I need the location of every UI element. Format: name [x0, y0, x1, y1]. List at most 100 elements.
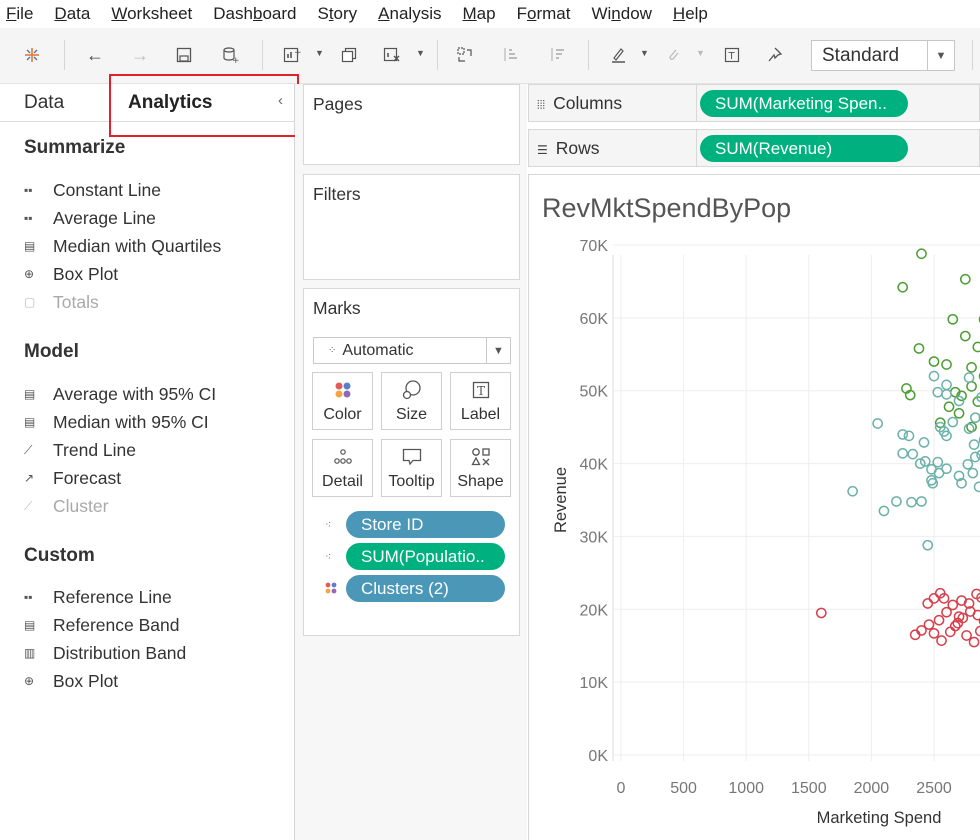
median-ci-icon: ▤	[24, 415, 36, 429]
labels-icon[interactable]: T	[719, 42, 745, 68]
menu-item[interactable]: Help	[673, 4, 708, 24]
menu-item[interactable]: Worksheet	[111, 4, 192, 24]
fit-select[interactable]: Standard ▼	[811, 40, 955, 71]
clear-sheet-icon[interactable]	[379, 42, 405, 68]
chevron-down-icon[interactable]: ▼	[416, 48, 425, 58]
analytics-item-median-quartiles[interactable]: ▤ Median with Quartiles	[24, 234, 221, 258]
detail-button[interactable]: Detail	[312, 439, 373, 497]
detail-icon	[332, 446, 354, 468]
new-datasource-icon[interactable]: +	[217, 42, 243, 68]
size-button[interactable]: Size	[381, 372, 442, 430]
toolbar: ← → + + ▼ ▼ ▼ ▼ T Standard ▼	[0, 28, 980, 84]
analytics-item-distribution-band[interactable]: ▥ Distribution Band	[24, 641, 186, 665]
filters-card-title: Filters	[313, 184, 361, 204]
analytics-item-box-plot-custom[interactable]: ⊕ Box Plot	[24, 669, 118, 693]
size-icon: ⁖	[325, 551, 332, 563]
scatter-point	[918, 437, 930, 448]
scatter-point	[974, 625, 980, 637]
pill-sum-marketing-spend[interactable]: SUM(Marketing Spen..	[700, 90, 908, 117]
analytics-item-trend-line[interactable]: ⟋ Trend Line	[24, 438, 136, 462]
marks-card-title: Marks	[313, 298, 361, 318]
chevron-down-icon[interactable]: ▼	[927, 41, 954, 70]
tableau-logo-icon[interactable]	[19, 42, 45, 68]
undo-icon[interactable]: ←	[82, 42, 108, 68]
y-tick-label: 50K	[580, 384, 609, 401]
rows-shelf[interactable]: ☰ Rows SUM(Revenue)	[528, 129, 980, 167]
scatter-point	[922, 598, 934, 609]
collapse-pane-icon[interactable]: ‹	[278, 92, 283, 109]
average-line-icon: ▪▪	[24, 211, 33, 225]
pages-card-title: Pages	[313, 94, 363, 114]
worksheet-view: RevMktSpendByPop 0K 10K 20K 30K 40K 50K 60K 70K…	[528, 174, 980, 840]
detail-icon: ⁖	[325, 519, 332, 531]
x-tick-label: 1500	[791, 780, 827, 797]
scatter-chart[interactable]: 0K 10K 20K 30K 40K 50K 60K 70K 0 500 1000 1500 2000 2…	[529, 175, 980, 840]
section-model: Model	[24, 341, 79, 362]
rows-shelf-label: ☰ Rows	[537, 138, 600, 158]
scatter-point	[933, 467, 945, 479]
tab-analytics[interactable]: Analytics	[128, 92, 212, 114]
redo-icon[interactable]: →	[127, 42, 153, 68]
analytics-item-average-line[interactable]: ▪▪ Average Line	[24, 206, 156, 230]
analytics-item-forecast[interactable]: ↗ Forecast	[24, 466, 121, 490]
swap-icon[interactable]	[452, 42, 478, 68]
chevron-down-icon[interactable]: ▼	[696, 48, 705, 58]
chevron-down-icon[interactable]: ▼	[315, 48, 324, 58]
menu-item[interactable]: Data	[54, 4, 90, 24]
median-quartiles-icon: ▤	[24, 239, 36, 253]
scatter-point	[953, 407, 965, 419]
y-tick-label: 30K	[580, 529, 609, 546]
scatter-point	[966, 362, 977, 373]
pill-store-id[interactable]: Store ID	[346, 511, 505, 538]
menu-item[interactable]: Window	[591, 4, 651, 24]
group-icon[interactable]	[660, 42, 686, 68]
scatter-point	[947, 313, 959, 325]
label-icon: T	[470, 379, 492, 401]
pill-clusters[interactable]: Clusters (2)	[346, 575, 505, 602]
filters-card[interactable]: Filters	[303, 174, 520, 280]
mark-type-select[interactable]: ⁘ Automatic ▼	[313, 337, 511, 364]
menu-item[interactable]: Format	[517, 4, 571, 24]
analytics-item-reference-line[interactable]: ▪▪ Reference Line	[24, 585, 172, 609]
y-tick-label: 60K	[580, 311, 609, 328]
menu-item[interactable]: Analysis	[378, 4, 441, 24]
menu-item[interactable]: Story	[317, 4, 357, 24]
sort-descending-icon[interactable]	[544, 42, 570, 68]
chevron-down-icon[interactable]: ▼	[486, 338, 510, 363]
label-button[interactable]: T Label	[450, 372, 511, 430]
tooltip-button[interactable]: Tooltip	[381, 439, 442, 497]
duplicate-icon[interactable]	[336, 42, 362, 68]
box-plot-icon: ⊕	[24, 267, 35, 281]
analytics-item-reference-band[interactable]: ▤ Reference Band	[24, 613, 179, 637]
columns-shelf-label: ⦙⦙⦙ Columns	[537, 93, 623, 113]
scatter-point	[963, 372, 975, 383]
x-tick-label: 2500	[916, 780, 952, 797]
save-icon[interactable]	[171, 42, 197, 68]
constant-line-icon: ▪▪	[24, 183, 33, 197]
average-ci-icon: ▤	[24, 387, 36, 401]
new-worksheet-icon[interactable]: +	[279, 42, 305, 68]
sort-ascending-icon[interactable]	[497, 42, 523, 68]
pin-icon[interactable]	[762, 42, 788, 68]
analytics-item-box-plot[interactable]: ⊕ Box Plot	[24, 262, 118, 286]
pill-sum-revenue[interactable]: SUM(Revenue)	[700, 135, 908, 162]
menu-item[interactable]: File	[6, 4, 33, 24]
pages-card[interactable]: Pages	[303, 84, 520, 165]
analytics-item-constant-line[interactable]: ▪▪ Constant Line	[24, 178, 161, 202]
analytics-item-median-ci[interactable]: ▤ Median with 95% CI	[24, 410, 209, 434]
chevron-down-icon[interactable]: ▼	[640, 48, 649, 58]
color-button[interactable]: Color	[312, 372, 373, 430]
menu-item[interactable]: Dashboard	[213, 4, 296, 24]
pill-sum-population[interactable]: SUM(Populatio..	[346, 543, 505, 570]
y-tick-label: 40K	[580, 457, 609, 474]
tab-data[interactable]: Data	[24, 92, 64, 114]
trend-line-icon: ⟋	[24, 442, 33, 457]
analytics-item-average-ci[interactable]: ▤ Average with 95% CI	[24, 382, 216, 406]
highlight-icon[interactable]	[606, 42, 632, 68]
shape-button[interactable]: Shape	[450, 439, 511, 497]
menu-item[interactable]: Map	[462, 4, 495, 24]
scatter-point	[959, 330, 971, 342]
columns-shelf[interactable]: ⦙⦙⦙ Columns SUM(Marketing Spen..	[528, 84, 980, 122]
analytics-item-totals: ▢ Totals	[24, 291, 99, 312]
scatter-point	[922, 539, 934, 551]
